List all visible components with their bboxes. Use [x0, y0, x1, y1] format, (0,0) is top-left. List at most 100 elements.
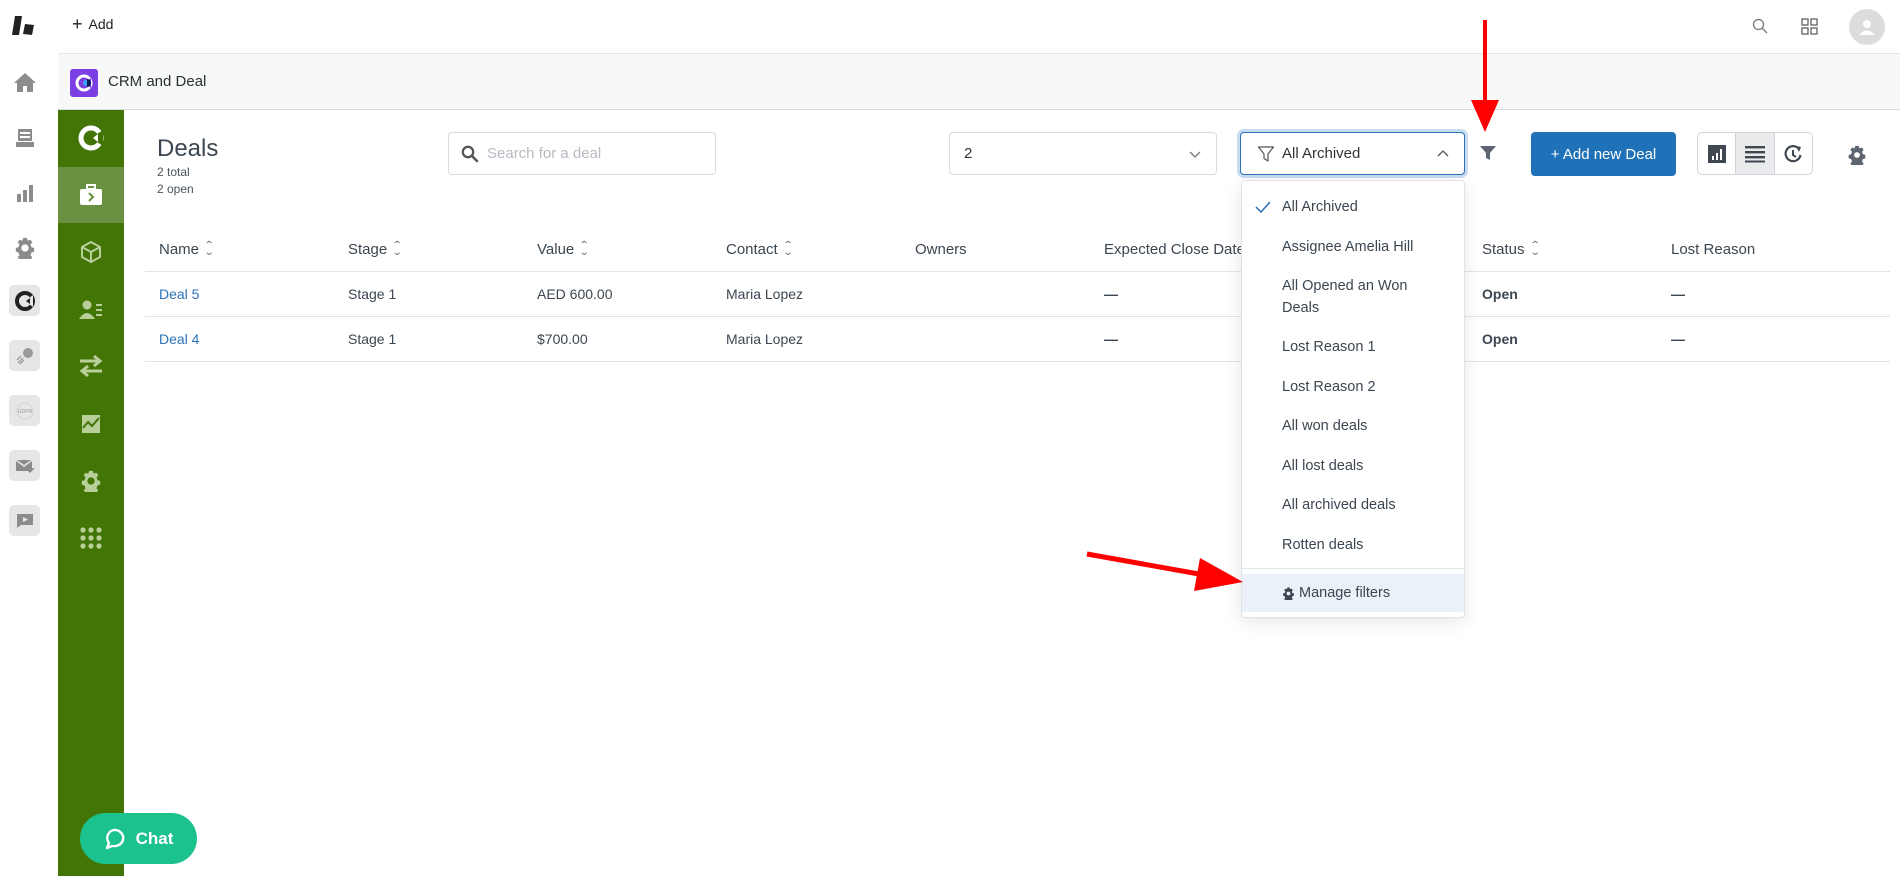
- app-title: CRM and Deal: [108, 73, 207, 90]
- search-box: [448, 132, 716, 175]
- filter-option-all-lost-deals[interactable]: All lost deals: [1242, 455, 1464, 477]
- user-avatar-icon[interactable]: [1849, 9, 1885, 45]
- deal-contact: Maria Lopez: [726, 286, 804, 302]
- check-icon: [1255, 201, 1271, 214]
- add-new-deal-button[interactable]: + Add new Deal: [1531, 132, 1676, 176]
- pipeline-select[interactable]: 2: [949, 132, 1217, 175]
- apps-dots-icon: [80, 527, 102, 549]
- deal-lost-reason: —: [1671, 331, 1685, 347]
- deal-name-link[interactable]: Deal 5: [159, 272, 199, 316]
- view-toggle: [1697, 132, 1813, 175]
- filter-option-all-opened-won[interactable]: All Opened an Won Deals: [1242, 275, 1442, 319]
- sidebar-item-products[interactable]: [58, 224, 124, 280]
- plus-icon: +: [72, 14, 83, 34]
- global-rail: GDPR: [0, 0, 58, 876]
- sort-icon: ⌃ ⌄: [579, 240, 590, 258]
- crm-logo-icon: [78, 125, 104, 151]
- filter-select-value: All Archived: [1282, 145, 1361, 162]
- bar-chart-icon[interactable]: [9, 177, 40, 208]
- search-icon: [461, 145, 479, 162]
- app-header: CRM and Deal: [58, 54, 1900, 110]
- deal-value: AED 600.00: [537, 286, 613, 302]
- logo-icon[interactable]: [9, 10, 40, 41]
- gdpr-app-icon[interactable]: GDPR: [9, 395, 40, 426]
- table-row[interactable]: Deal 4 Stage 1 $700.00 Maria Lopez — Ope…: [145, 317, 1890, 362]
- column-header-status[interactable]: Status ⌃ ⌄: [1482, 227, 1540, 271]
- chart-view-icon: [1707, 144, 1726, 163]
- column-header-expected-close-date: Expected Close Date: [1104, 240, 1245, 258]
- add-button-label: Add: [88, 16, 114, 32]
- manage-filters-button[interactable]: Manage filters: [1242, 574, 1464, 612]
- filter-option-lost-reason-2[interactable]: Lost Reason 2: [1242, 376, 1464, 398]
- deal-status: Open: [1482, 286, 1518, 302]
- sort-icon: ⌃ ⌄: [782, 240, 794, 258]
- crm-app-logo-icon: [70, 69, 98, 97]
- sidebar-item-contacts[interactable]: [58, 282, 124, 338]
- add-button[interactable]: + Add: [72, 14, 114, 34]
- timeline-view-button[interactable]: [1775, 133, 1812, 174]
- chart-view-button[interactable]: [1698, 133, 1737, 174]
- filter-option-lost-reason-1[interactable]: Lost Reason 1: [1242, 336, 1464, 358]
- column-header-value[interactable]: Value ⌃ ⌄: [537, 227, 590, 271]
- deal-stage: Stage 1: [348, 331, 397, 347]
- chat-button[interactable]: Chat: [80, 813, 197, 864]
- table-row[interactable]: Deal 5 Stage 1 AED 600.00 Maria Lopez — …: [145, 272, 1890, 317]
- home-icon[interactable]: [9, 66, 40, 97]
- video-app-icon[interactable]: [9, 505, 40, 536]
- column-header-contact[interactable]: Contact ⌃ ⌄: [726, 227, 794, 271]
- analytics-app-icon[interactable]: [9, 340, 40, 371]
- deal-stage: Stage 1: [348, 286, 397, 302]
- column-header-name[interactable]: Name ⌃ ⌄: [159, 227, 215, 271]
- contacts-icon: [79, 300, 102, 319]
- list-view-button[interactable]: [1736, 133, 1775, 174]
- filter-option-all-archived[interactable]: All Archived: [1242, 196, 1464, 218]
- deal-value: $700.00: [537, 331, 588, 347]
- deal-lost-reason: —: [1671, 286, 1685, 302]
- deal-name-link[interactable]: Deal 4: [159, 317, 199, 361]
- list-view-icon: [1744, 145, 1765, 162]
- sidebar-item-deals[interactable]: [58, 167, 124, 223]
- top-bar: + Add: [58, 0, 1900, 54]
- filter-option-assignee-amelia-hill[interactable]: Assignee Amelia Hill: [1242, 236, 1464, 258]
- reports-chart-icon: [82, 415, 100, 433]
- chat-bubble-icon: [105, 828, 125, 849]
- column-header-stage[interactable]: Stage ⌃ ⌄: [348, 227, 403, 271]
- filter-select[interactable]: All Archived: [1240, 132, 1465, 175]
- sidebar-item-transfers[interactable]: [58, 338, 124, 394]
- deal-close-date: —: [1104, 286, 1118, 302]
- deals-table: Name ⌃ ⌄ Stage ⌃ ⌄ Value ⌃ ⌄ Contact ⌃ ⌄ Owners …: [145, 227, 1890, 362]
- settings-gear-icon: [81, 470, 101, 492]
- search-input[interactable]: [487, 145, 697, 162]
- filter-option-all-won-deals[interactable]: All won deals: [1242, 415, 1464, 437]
- sidebar-item-crm-home[interactable]: [58, 110, 124, 166]
- filter-icon: [1480, 146, 1496, 160]
- crm-app-icon[interactable]: [9, 285, 40, 316]
- filter-dropdown-menu: All Archived Assignee Amelia Hill All Op…: [1241, 180, 1465, 618]
- crm-sidebar: [58, 110, 124, 876]
- menu-divider: [1242, 568, 1464, 569]
- deals-briefcase-icon: [80, 184, 102, 205]
- email-app-icon[interactable]: [9, 450, 40, 481]
- svg-text:GDPR: GDPR: [17, 409, 32, 415]
- table-header: Name ⌃ ⌄ Stage ⌃ ⌄ Value ⌃ ⌄ Contact ⌃ ⌄ Owners …: [145, 227, 1890, 272]
- chevron-up-icon: [1437, 150, 1449, 157]
- apps-grid-icon[interactable]: [1797, 14, 1821, 38]
- filter-option-rotten-deals[interactable]: Rotten deals: [1242, 534, 1464, 556]
- inbox-icon[interactable]: [9, 122, 40, 153]
- column-header-owners: Owners: [915, 240, 967, 258]
- deals-open-count: 2 open: [157, 182, 194, 196]
- deal-contact: Maria Lopez: [726, 331, 804, 347]
- search-icon[interactable]: [1748, 14, 1772, 38]
- sidebar-item-reports[interactable]: [58, 396, 124, 452]
- deals-settings-button[interactable]: [1845, 143, 1869, 167]
- sidebar-item-settings[interactable]: [58, 453, 124, 509]
- filter-option-all-archived-deals[interactable]: All archived deals: [1242, 494, 1464, 516]
- filter-button[interactable]: [1477, 142, 1499, 164]
- sort-icon: ⌃ ⌄: [391, 240, 403, 258]
- sidebar-item-apps[interactable]: [58, 510, 124, 566]
- page-title: Deals: [157, 135, 219, 162]
- filter-outline-icon: [1257, 145, 1275, 162]
- products-box-icon: [81, 241, 101, 263]
- gear-icon[interactable]: [9, 232, 40, 263]
- column-header-lost-reason: Lost Reason: [1671, 240, 1756, 258]
